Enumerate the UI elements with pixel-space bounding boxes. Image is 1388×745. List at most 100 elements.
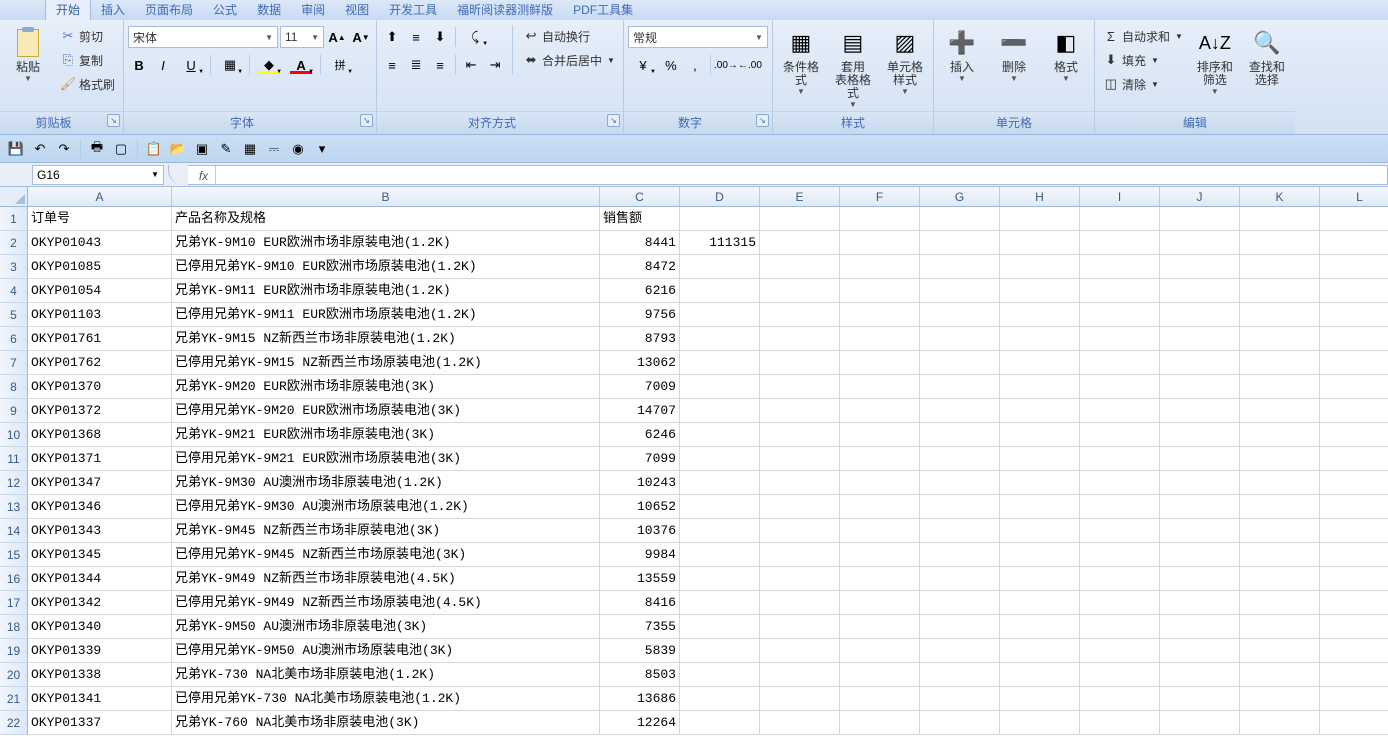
tab-6[interactable]: 视图 — [335, 0, 379, 20]
col-header-G[interactable]: G — [920, 187, 1000, 207]
cell-C14[interactable]: 10376 — [600, 519, 680, 543]
decrease-indent-button[interactable]: ⇤ — [460, 54, 482, 76]
row-header-1[interactable]: 1 — [0, 207, 28, 231]
cell-F11[interactable] — [840, 447, 920, 471]
cell-L11[interactable] — [1320, 447, 1388, 471]
cell-K20[interactable] — [1240, 663, 1320, 687]
cell-K13[interactable] — [1240, 495, 1320, 519]
cell-G14[interactable] — [920, 519, 1000, 543]
cell-I17[interactable] — [1080, 591, 1160, 615]
row-header-20[interactable]: 20 — [0, 663, 28, 687]
comma-button[interactable]: , — [684, 54, 706, 76]
cell-E10[interactable] — [760, 423, 840, 447]
align-launcher[interactable]: ↘ — [607, 114, 620, 127]
cell-I10[interactable] — [1080, 423, 1160, 447]
cell-I2[interactable] — [1080, 231, 1160, 255]
col-header-B[interactable]: B — [172, 187, 600, 207]
cell-G19[interactable] — [920, 639, 1000, 663]
row-header-4[interactable]: 4 — [0, 279, 28, 303]
cell-I5[interactable] — [1080, 303, 1160, 327]
row-header-13[interactable]: 13 — [0, 495, 28, 519]
tab-1[interactable]: 插入 — [91, 0, 135, 20]
cell-H16[interactable] — [1000, 567, 1080, 591]
row-header-19[interactable]: 19 — [0, 639, 28, 663]
cell-C13[interactable]: 10652 — [600, 495, 680, 519]
fx-icon[interactable]: fx — [192, 166, 216, 186]
cell-B15[interactable]: 已停用兄弟YK-9M45 NZ新西兰市场原装电池(3K) — [172, 543, 600, 567]
wrap-text-button[interactable]: ↩自动换行 — [519, 25, 619, 47]
cell-L13[interactable] — [1320, 495, 1388, 519]
cell-A13[interactable]: OKYP01346 — [28, 495, 172, 519]
cell-F9[interactable] — [840, 399, 920, 423]
qat-undo-button[interactable]: ↶ — [30, 139, 50, 159]
cell-B22[interactable]: 兄弟YK-760 NA北美市场非原装电池(3K) — [172, 711, 600, 735]
cell-A19[interactable]: OKYP01339 — [28, 639, 172, 663]
cell-K1[interactable] — [1240, 207, 1320, 231]
cell-C19[interactable]: 5839 — [600, 639, 680, 663]
cell-F4[interactable] — [840, 279, 920, 303]
cell-L12[interactable] — [1320, 471, 1388, 495]
insert-cells-button[interactable]: ➕插入▼ — [938, 25, 986, 85]
cell-E11[interactable] — [760, 447, 840, 471]
cell-F5[interactable] — [840, 303, 920, 327]
row-header-7[interactable]: 7 — [0, 351, 28, 375]
orientation-button[interactable]: ⤹▼ — [460, 26, 490, 48]
cell-K16[interactable] — [1240, 567, 1320, 591]
align-left-button[interactable]: ≡ — [381, 54, 403, 76]
col-header-J[interactable]: J — [1160, 187, 1240, 207]
cell-F20[interactable] — [840, 663, 920, 687]
cell-C15[interactable]: 9984 — [600, 543, 680, 567]
cell-G22[interactable] — [920, 711, 1000, 735]
cell-K7[interactable] — [1240, 351, 1320, 375]
qat-redo-button[interactable]: ↷ — [54, 139, 74, 159]
font-launcher[interactable]: ↘ — [360, 114, 373, 127]
cell-A16[interactable]: OKYP01344 — [28, 567, 172, 591]
cell-I16[interactable] — [1080, 567, 1160, 591]
tab-7[interactable]: 开发工具 — [379, 0, 447, 20]
cell-E4[interactable] — [760, 279, 840, 303]
cell-A3[interactable]: OKYP01085 — [28, 255, 172, 279]
row-header-5[interactable]: 5 — [0, 303, 28, 327]
cell-J17[interactable] — [1160, 591, 1240, 615]
cell-K11[interactable] — [1240, 447, 1320, 471]
bold-button[interactable]: B — [128, 54, 150, 76]
row-header-9[interactable]: 9 — [0, 399, 28, 423]
cell-L19[interactable] — [1320, 639, 1388, 663]
cell-J15[interactable] — [1160, 543, 1240, 567]
cell-F21[interactable] — [840, 687, 920, 711]
cell-J14[interactable] — [1160, 519, 1240, 543]
name-box[interactable]: G16▼ — [32, 165, 164, 185]
cell-C2[interactable]: 8441 — [600, 231, 680, 255]
number-launcher[interactable]: ↘ — [756, 114, 769, 127]
conditional-format-button[interactable]: ▦条件格式▼ — [777, 25, 825, 98]
cell-F2[interactable] — [840, 231, 920, 255]
clipboard-launcher[interactable]: ↘ — [107, 114, 120, 127]
cell-J6[interactable] — [1160, 327, 1240, 351]
cell-D8[interactable] — [680, 375, 760, 399]
cell-K10[interactable] — [1240, 423, 1320, 447]
cell-L17[interactable] — [1320, 591, 1388, 615]
cell-J21[interactable] — [1160, 687, 1240, 711]
cell-K15[interactable] — [1240, 543, 1320, 567]
cell-H11[interactable] — [1000, 447, 1080, 471]
cell-H17[interactable] — [1000, 591, 1080, 615]
cell-D5[interactable] — [680, 303, 760, 327]
formula-input[interactable]: fx — [188, 165, 1388, 185]
italic-button[interactable]: I — [152, 54, 174, 76]
cell-D14[interactable] — [680, 519, 760, 543]
cell-H2[interactable] — [1000, 231, 1080, 255]
number-format-combo[interactable]: 常规▼ — [628, 26, 768, 48]
cell-K6[interactable] — [1240, 327, 1320, 351]
cell-A20[interactable]: OKYP01338 — [28, 663, 172, 687]
cell-J3[interactable] — [1160, 255, 1240, 279]
tab-9[interactable]: PDF工具集 — [563, 0, 643, 20]
align-bottom-button[interactable]: ⬇ — [429, 26, 451, 48]
cell-A17[interactable]: OKYP01342 — [28, 591, 172, 615]
cell-K21[interactable] — [1240, 687, 1320, 711]
cell-J4[interactable] — [1160, 279, 1240, 303]
fill-button[interactable]: ⬇填充▼ — [1099, 49, 1187, 71]
cell-D7[interactable] — [680, 351, 760, 375]
cell-J13[interactable] — [1160, 495, 1240, 519]
cell-K3[interactable] — [1240, 255, 1320, 279]
cell-I8[interactable] — [1080, 375, 1160, 399]
